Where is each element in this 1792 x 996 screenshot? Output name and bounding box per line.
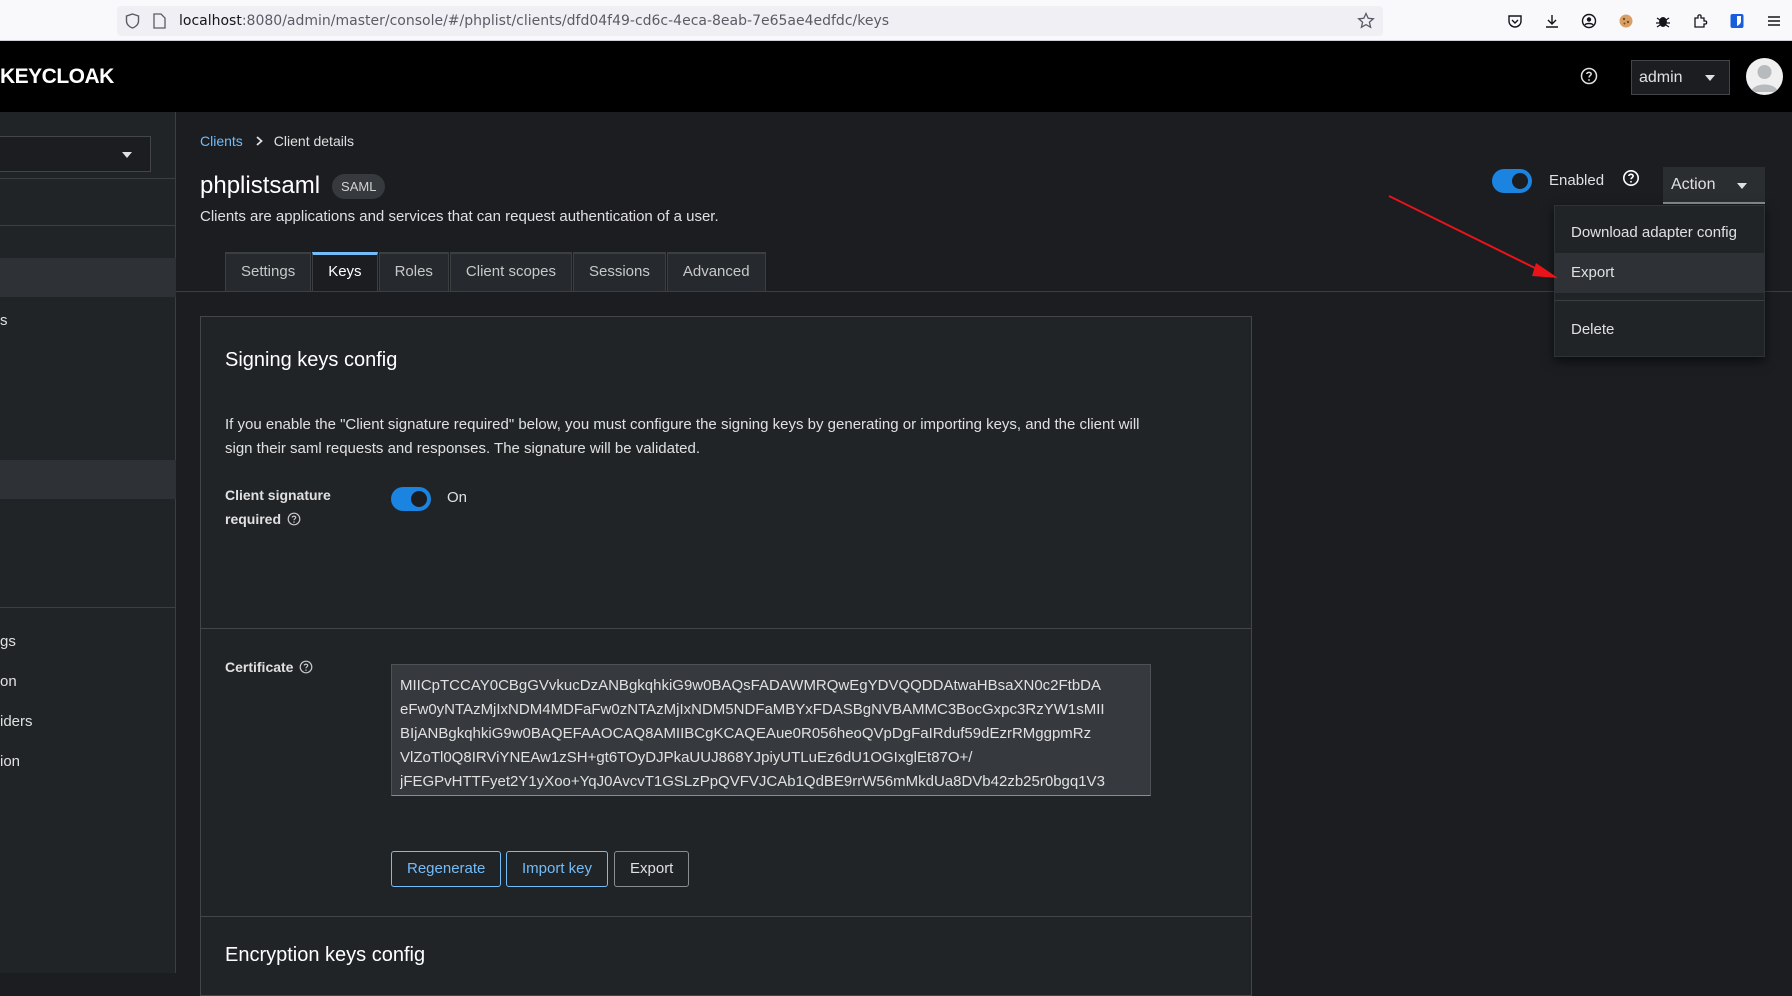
certificate-label: Certificate [225,655,313,679]
action-menu: Download adapter config Export Delete [1554,205,1765,357]
tab-keys[interactable]: Keys [312,252,378,291]
certificate-textarea[interactable]: MIICpTCCAY0CBgGVvkucDzANBgkqhkiG9w0BAQsF… [391,664,1151,796]
url-path: :8080/admin/master/console/#/phplist/cli… [241,13,890,29]
signing-keys-title: Signing keys config [225,349,398,371]
extension-cookie-icon[interactable] [1607,0,1644,41]
tab-settings[interactable]: Settings [225,252,312,291]
client-signature-toggle[interactable] [391,487,431,511]
certificate-line: BIjANBgkqhkiG9w0BAQEFAAOCAQ8AMIIBCgKCAQE… [400,725,1092,742]
breadcrumb: Clients Client details [200,133,354,149]
browser-toolbar: localhost:8080/admin/master/console/#/ph… [0,0,1792,41]
extension-bug-icon[interactable] [1644,0,1681,41]
client-signature-label-line1: Client signature [225,487,331,503]
protocol-badge: SAML [332,173,386,199]
page-title: phplistsaml [200,172,321,199]
card-divider [201,916,1251,917]
regenerate-button[interactable]: Regenerate [391,851,502,887]
certificate-line: eFw0yNTAzMjIxNDM4MDFaFw0zNTAzMjIxNDM5NDF… [400,701,1105,718]
tab-sessions[interactable]: Sessions [572,252,666,291]
user-dropdown[interactable]: admin [1631,60,1730,95]
app-header: KEYCLOAK admin [0,41,1792,112]
certificate-line: VlZoTl0Q8IRViYNEAw1zSH+gt6TOyDJPkaUUJ868… [400,749,973,766]
tab-bar: Settings Keys Roles Client scopes Sessio… [225,252,767,291]
extensions-puzzle-icon[interactable] [1681,0,1718,41]
certificate-line: jFEGPvHTTFyet2Y1yXoo+YqJ0AvcvT1GSLzPpQVF… [400,773,1105,790]
tab-client-scopes[interactable]: Client scopes [449,252,572,291]
help-icon[interactable] [287,512,301,526]
help-icon[interactable] [1622,169,1640,187]
chevron-down-icon [1705,75,1715,81]
export-key-button[interactable]: Export [614,851,690,887]
client-signature-state: On [447,489,468,506]
address-bar[interactable]: localhost:8080/admin/master/console/#/ph… [117,6,1383,36]
action-dropdown[interactable]: Action [1663,167,1765,204]
certificate-line: MIICpTCCAY0CBgGVvkucDzANBgkqhkiG9w0BAQsF… [400,677,1102,694]
menu-item-delete[interactable]: Delete [1555,310,1764,350]
sidebar: s gs on iders ion [0,112,176,973]
sidebar-divider [0,178,176,179]
import-key-button[interactable]: Import key [506,851,609,887]
pocket-icon[interactable] [1496,0,1533,41]
chevron-right-icon [256,136,263,146]
menu-icon[interactable] [1755,0,1792,41]
main-content: Clients Client details phplistsaml SAML … [176,112,1792,996]
signing-keys-description: If you enable the "Client signature requ… [225,416,1140,457]
card-divider [201,628,1251,629]
keycloak-logo[interactable]: KEYCLOAK [0,65,114,89]
bookmark-star-icon[interactable] [1357,12,1375,30]
sidebar-item-active[interactable] [0,258,176,297]
shield-icon[interactable] [125,13,140,29]
chevron-down-icon [122,152,132,158]
download-icon[interactable] [1533,0,1570,41]
menu-item-download-adapter-config[interactable]: Download adapter config [1555,213,1764,253]
action-label: Action [1671,176,1716,193]
client-signature-label-line2: required [225,511,282,527]
sidebar-item-partial[interactable]: on [0,673,17,690]
sidebar-item-partial[interactable]: ion [0,753,20,770]
enabled-toggle[interactable] [1492,169,1532,193]
help-icon[interactable] [299,660,313,674]
menu-divider [1555,300,1764,301]
user-name: admin [1639,69,1683,86]
page-icon [153,13,166,29]
keys-card: Signing keys config If you enable the "C… [200,316,1252,996]
tab-roles[interactable]: Roles [378,252,449,291]
toolbar-icons [1496,0,1792,41]
tab-advanced[interactable]: Advanced [666,252,766,291]
avatar[interactable] [1746,58,1783,95]
breadcrumb-current: Client details [273,133,354,149]
url-text: localhost:8080/admin/master/console/#/ph… [179,6,889,36]
tabs-underline [176,291,1792,292]
sidebar-item-partial[interactable]: iders [0,713,33,730]
account-icon[interactable] [1570,0,1607,41]
realm-selector[interactable] [0,136,151,172]
sidebar-divider [0,607,176,608]
certificate-label-text: Certificate [225,659,294,675]
client-signature-label-line2-row: required [225,507,331,531]
sidebar-divider [0,225,176,226]
client-signature-label: Client signature required [225,483,331,531]
sidebar-item-partial[interactable]: s [0,312,8,329]
sidebar-item-highlight[interactable] [0,460,176,499]
chevron-down-icon [1737,183,1747,189]
page-subtitle: Clients are applications and services th… [200,208,719,225]
breadcrumb-clients-link[interactable]: Clients [200,133,243,149]
bitwarden-icon[interactable] [1718,0,1755,41]
toggle-knob [411,491,427,507]
encryption-keys-title: Encryption keys config [225,944,426,966]
logo-text: KEYCLOAK [0,65,114,88]
toggle-knob [1512,173,1528,189]
page-header: phplistsaml SAML [200,172,386,200]
sidebar-item-partial[interactable]: gs [0,633,16,650]
help-icon[interactable] [1580,67,1598,85]
enabled-label: Enabled [1549,172,1605,189]
menu-item-export[interactable]: Export [1555,253,1764,293]
url-host: localhost [179,13,242,29]
user-avatar-icon [1751,65,1778,92]
